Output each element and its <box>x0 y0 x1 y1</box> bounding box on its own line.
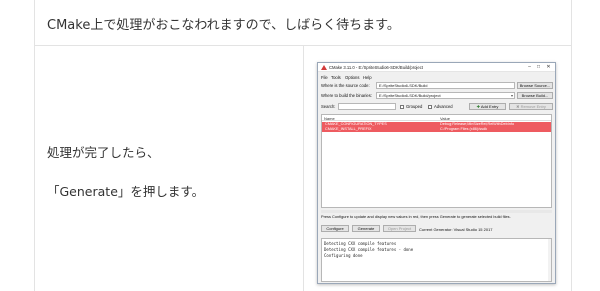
maximize-button[interactable]: □ <box>534 64 543 70</box>
remove-entry-button[interactable]: ✖ Remove Entry <box>509 103 553 110</box>
intro-row: CMake上で処理がおこなわれますので、しばらく待ちます。 <box>35 0 571 46</box>
browse-build-button[interactable]: Browse Build... <box>517 92 553 99</box>
horizontal-scrollbar[interactable] <box>321 210 552 213</box>
browse-source-button[interactable]: Browse Source... <box>517 82 553 89</box>
column-value-header[interactable]: Value <box>440 116 450 121</box>
build-label: Where to build the binaries: <box>321 93 372 98</box>
plus-icon: ✚ <box>476 104 480 109</box>
menu-help[interactable]: Help <box>363 75 372 80</box>
search-label: Search: <box>321 104 336 109</box>
instruction-line-1: 処理が完了したら、 <box>47 145 160 160</box>
cmake-window: CMake 3.11.0 - E:/SpriteStudio6-SDK/Buil… <box>317 62 556 284</box>
vertical-scrollbar[interactable] <box>548 239 551 281</box>
current-generator-label: Current Generator: Visual Studio 15 2017 <box>419 227 493 232</box>
add-entry-button[interactable]: ✚ Add Entry <box>469 103 506 110</box>
source-label: Where is the source code: <box>321 83 370 88</box>
chevron-down-icon[interactable]: ▾ <box>511 93 513 98</box>
row-name: CMAKE_INSTALL_PREFIX <box>325 127 372 131</box>
menu-options[interactable]: Options <box>345 75 359 80</box>
generate-button[interactable]: Generate <box>352 225 380 232</box>
remove-icon: ✖ <box>516 104 520 109</box>
close-button[interactable]: ✕ <box>544 64 553 70</box>
source-path-field[interactable]: E:/SpriteStudio6-SDK/Build <box>376 82 515 89</box>
title-bar: CMake 3.11.0 - E:/SpriteStudio6-SDK/Buil… <box>318 63 555 72</box>
menu-bar: File Tools Options Help <box>318 73 555 80</box>
grouped-checkbox[interactable] <box>400 104 404 109</box>
build-path-field[interactable]: E:/SpriteStudio6-SDK/Build/project ▾ <box>376 92 515 99</box>
row-value: Debug;Release;MinSizeRel;RelWithDebInfo <box>440 122 515 126</box>
window-title: CMake 3.11.0 - E:/SpriteStudio6-SDK/Buil… <box>329 65 423 70</box>
table-row[interactable]: CMAKE_INSTALL_PREFIX C:/Program Files (x… <box>322 127 551 132</box>
minimize-button[interactable]: – <box>525 64 534 70</box>
menu-tools[interactable]: Tools <box>331 75 341 80</box>
row-value: C:/Program Files (x86)/ssdk <box>440 127 488 131</box>
log-line: Configuring done <box>324 253 363 258</box>
log-line: Detecting CXX compile features <box>324 241 397 246</box>
advanced-label: Advanced <box>434 104 453 109</box>
configure-hint: Press Configure to update and display ne… <box>321 214 511 219</box>
advanced-checkbox[interactable] <box>428 104 432 109</box>
build-path-value: E:/SpriteStudio6-SDK/Build/project <box>379 93 441 98</box>
instruction-line-2: 「Generate」を押します。 <box>47 184 205 199</box>
add-entry-label: Add Entry <box>480 104 499 109</box>
menu-file[interactable]: File <box>321 75 328 80</box>
column-divider <box>303 46 304 291</box>
configure-button[interactable]: Configure <box>321 225 349 232</box>
grouped-label: Grouped <box>406 104 423 109</box>
open-project-button[interactable]: Open Project <box>383 225 416 232</box>
log-line: Detecting CXX compile features - done <box>324 247 414 252</box>
output-log[interactable]: Detecting CXX compile features Detecting… <box>321 238 552 282</box>
intro-text: CMake上で処理がおこなわれますので、しばらく待ちます。 <box>47 18 400 33</box>
cache-entries-table[interactable]: Name Value CMAKE_CONFIGURATION_TYPES Deb… <box>321 114 552 208</box>
search-input[interactable] <box>338 103 396 110</box>
row-name: CMAKE_CONFIGURATION_TYPES <box>325 122 387 126</box>
cmake-triangle-icon <box>321 64 327 70</box>
remove-entry-label: Remove Entry <box>520 104 546 109</box>
column-name-header[interactable]: Name <box>324 116 335 121</box>
table-header: Name Value <box>322 115 551 121</box>
